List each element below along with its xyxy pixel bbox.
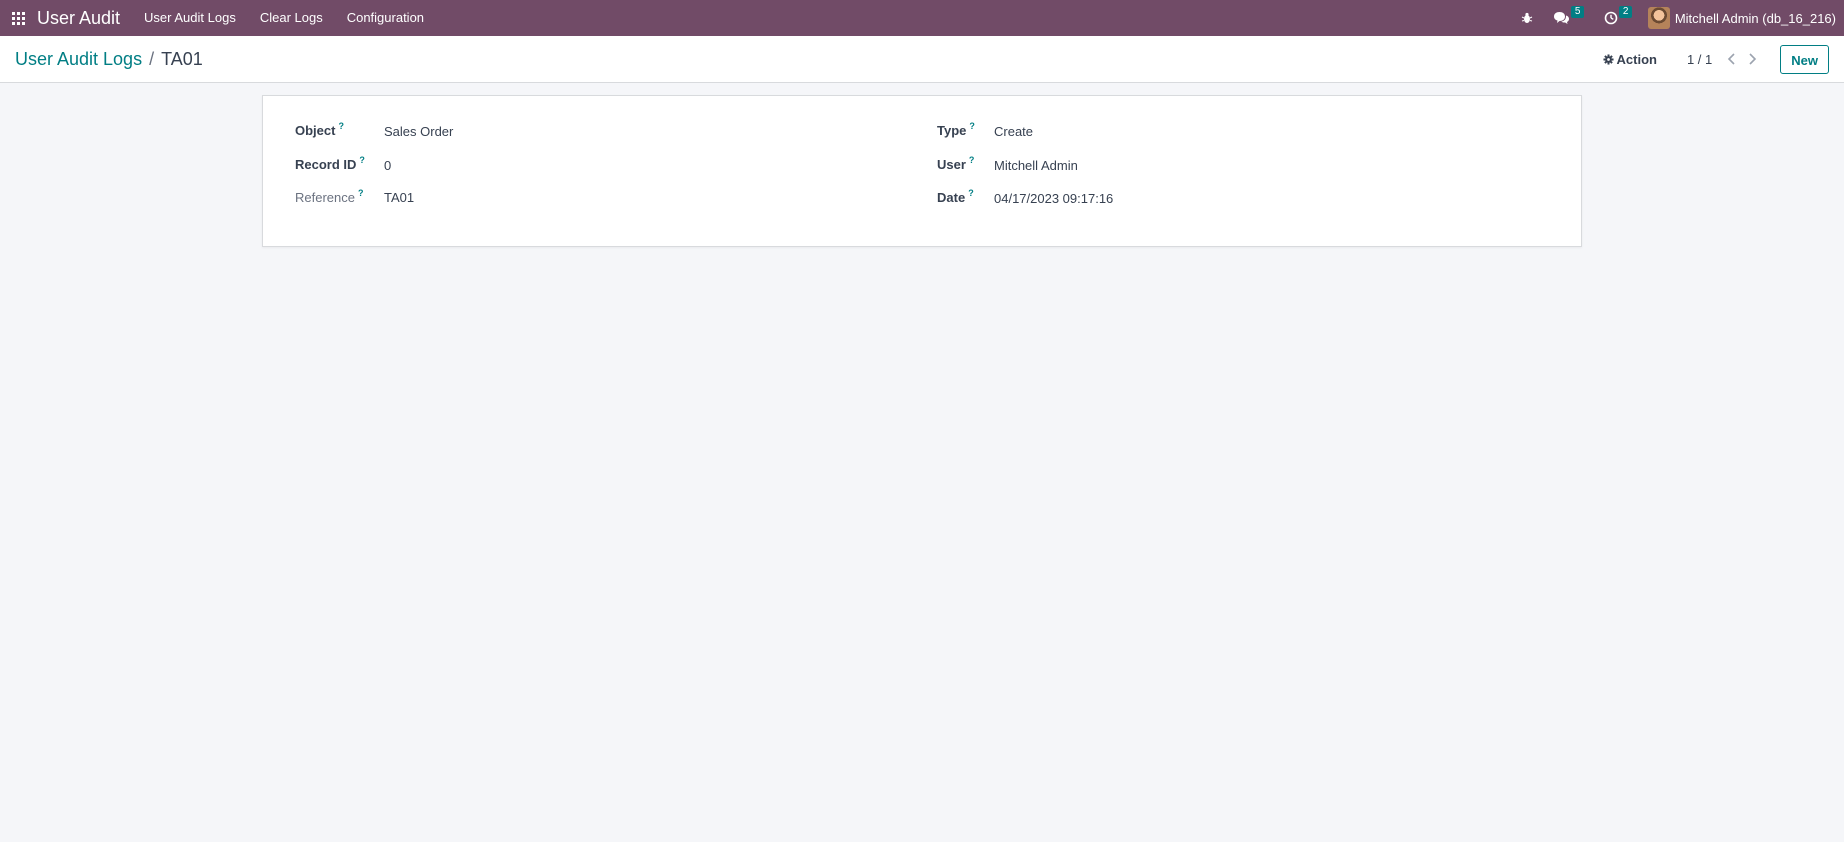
record-id-help-icon[interactable]: ? bbox=[359, 155, 365, 165]
date-label: Date bbox=[937, 190, 966, 205]
apps-grid-icon bbox=[11, 11, 25, 25]
action-menu-button[interactable]: Action bbox=[1602, 51, 1657, 67]
object-value: Sales Order bbox=[384, 124, 454, 139]
activities-button[interactable]: 2 bbox=[1594, 0, 1642, 36]
chat-icon bbox=[1553, 12, 1569, 24]
breadcrumb-separator: / bbox=[149, 48, 155, 69]
pager-previous-button[interactable] bbox=[1722, 49, 1742, 69]
type-help-icon[interactable]: ? bbox=[969, 121, 975, 131]
apps-menu-button[interactable] bbox=[0, 0, 36, 36]
field-type-label: Type ? bbox=[937, 121, 975, 138]
type-label: Type bbox=[937, 123, 967, 138]
field-user-label: User ? bbox=[937, 155, 975, 172]
new-record-button[interactable]: New bbox=[1780, 44, 1829, 74]
breadcrumb-parent-link[interactable]: User Audit Logs bbox=[15, 49, 142, 70]
object-help-icon[interactable]: ? bbox=[338, 121, 344, 131]
control-panel: User Audit Logs / TA01 Action 1 / 1 New bbox=[0, 36, 1844, 83]
gear-icon bbox=[1602, 53, 1614, 65]
menu-configuration[interactable]: Configuration bbox=[335, 0, 436, 36]
user-value: Mitchell Admin bbox=[994, 158, 1078, 173]
user-menu[interactable]: Mitchell Admin (db_16_216) bbox=[1642, 0, 1844, 36]
action-label: Action bbox=[1616, 51, 1657, 67]
app-title[interactable]: User Audit bbox=[37, 8, 120, 29]
menu-clear-logs[interactable]: Clear Logs bbox=[248, 0, 335, 36]
breadcrumb-current: TA01 bbox=[161, 48, 203, 69]
bug-icon bbox=[1521, 12, 1533, 23]
date-value: 04/17/2023 09:17:16 bbox=[994, 191, 1114, 206]
breadcrumb: User Audit Logs / TA01 bbox=[15, 49, 203, 70]
pager-next-button[interactable] bbox=[1742, 49, 1762, 69]
control-panel-actions: Action 1 / 1 New bbox=[1602, 36, 1844, 82]
reference-label: Reference bbox=[295, 190, 355, 205]
top-navbar: User Audit User Audit Logs Clear Logs Co… bbox=[0, 0, 1844, 36]
avatar bbox=[1647, 7, 1670, 29]
record-id-value: 0 bbox=[384, 158, 392, 173]
user-name: Mitchell Admin (db_16_216) bbox=[1674, 10, 1836, 26]
field-record-id-label: Record ID ? bbox=[295, 155, 365, 172]
systray: 5 2 Mitchell Admin (db_16_216) bbox=[1511, 0, 1844, 36]
reference-help-icon[interactable]: ? bbox=[358, 188, 364, 198]
object-label: Object bbox=[295, 123, 336, 138]
date-help-icon[interactable]: ? bbox=[968, 188, 974, 198]
user-help-icon[interactable]: ? bbox=[969, 155, 975, 165]
type-value: Create bbox=[994, 124, 1034, 139]
reference-value: TA01 bbox=[384, 190, 415, 205]
pager-value[interactable]: 1 / 1 bbox=[1687, 52, 1712, 67]
form-sheet: Object ? Sales Order Record ID ? 0 Refer… bbox=[262, 95, 1582, 247]
chevron-right-icon bbox=[1749, 53, 1757, 65]
menu-user-audit-logs[interactable]: User Audit Logs bbox=[132, 0, 248, 36]
messages-count-badge: 5 bbox=[1570, 6, 1585, 18]
messages-button[interactable]: 5 bbox=[1543, 0, 1594, 36]
record-id-label: Record ID bbox=[295, 157, 357, 172]
debug-button[interactable] bbox=[1511, 0, 1543, 36]
activities-count-badge: 2 bbox=[1618, 6, 1633, 18]
chevron-left-icon bbox=[1728, 53, 1735, 65]
user-label: User bbox=[937, 157, 966, 172]
clock-icon bbox=[1604, 11, 1618, 25]
field-reference-label: Reference ? bbox=[295, 188, 364, 205]
field-date-label: Date ? bbox=[937, 188, 974, 205]
field-object-label: Object ? bbox=[295, 121, 344, 138]
